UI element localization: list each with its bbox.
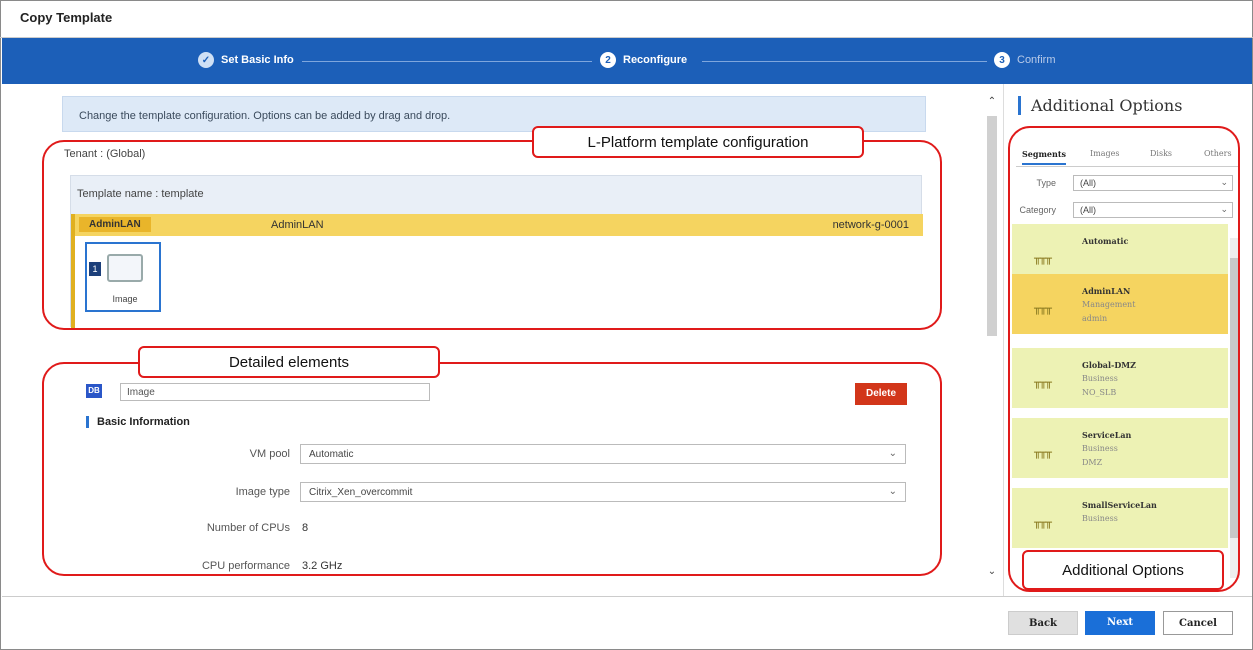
db-icon: DB [86, 384, 102, 398]
main-scrollbar[interactable]: ⌃ ⌄ [985, 96, 999, 580]
scroll-up-icon[interactable]: ⌃ [985, 96, 999, 107]
detailed-elements-label: Detailed elements [138, 346, 440, 378]
scroll-down-icon[interactable]: ⌄ [985, 566, 999, 577]
step-connector [302, 61, 592, 62]
element-name-input[interactable] [120, 383, 430, 401]
vm-pool-value: Automatic [309, 449, 354, 460]
platform-config-label: L-Platform template configuration [532, 126, 864, 158]
cpus-label: Number of CPUs [206, 522, 290, 534]
cpu-performance-label: CPU performance [201, 560, 290, 572]
check-icon: ✓ [198, 52, 214, 68]
wizard-steps: ✓ Set Basic Info 2 Reconfigure 3 Confirm [2, 38, 1252, 84]
delete-button[interactable]: Delete [855, 383, 907, 405]
vm-pool-label: VM pool [249, 448, 290, 460]
step-number-icon: 2 [600, 52, 616, 68]
image-type-value: Citrix_Xen_overcommit [309, 487, 413, 498]
step-label: Confirm [1017, 54, 1056, 66]
step-reconfigure[interactable]: 2 Reconfigure [600, 52, 687, 68]
step-label: Set Basic Info [221, 54, 294, 66]
image-type-label: Image type [235, 486, 290, 498]
platform-config-callout [42, 140, 942, 330]
cpus-value: 8 [302, 522, 309, 534]
section-title: Basic Information [86, 416, 190, 428]
next-button[interactable]: Next [1085, 611, 1155, 635]
scroll-thumb[interactable] [987, 116, 997, 336]
image-type-select[interactable]: Citrix_Xen_overcommit ⌄ [300, 482, 906, 502]
step-confirm[interactable]: 3 Confirm [994, 52, 1056, 68]
step-number-icon: 3 [994, 52, 1010, 68]
chevron-down-icon: ⌄ [888, 486, 897, 497]
back-button[interactable]: Back [1008, 611, 1078, 635]
additional-options-callout [1008, 126, 1240, 592]
title-bar: Copy Template [0, 0, 1253, 38]
vm-pool-select[interactable]: Automatic ⌄ [300, 444, 906, 464]
step-label: Reconfigure [623, 54, 688, 66]
step-connector [702, 61, 987, 62]
chevron-down-icon: ⌄ [888, 448, 897, 459]
cpu-performance-value: 3.2 GHz [302, 560, 343, 572]
window-title: Copy Template [20, 10, 113, 25]
options-panel-title: Additional Options [1018, 96, 1182, 115]
panel-divider [1003, 84, 1004, 596]
step-set-basic-info[interactable]: ✓ Set Basic Info [198, 52, 294, 68]
additional-options-label: Additional Options [1022, 550, 1224, 590]
cancel-button[interactable]: Cancel [1163, 611, 1233, 635]
